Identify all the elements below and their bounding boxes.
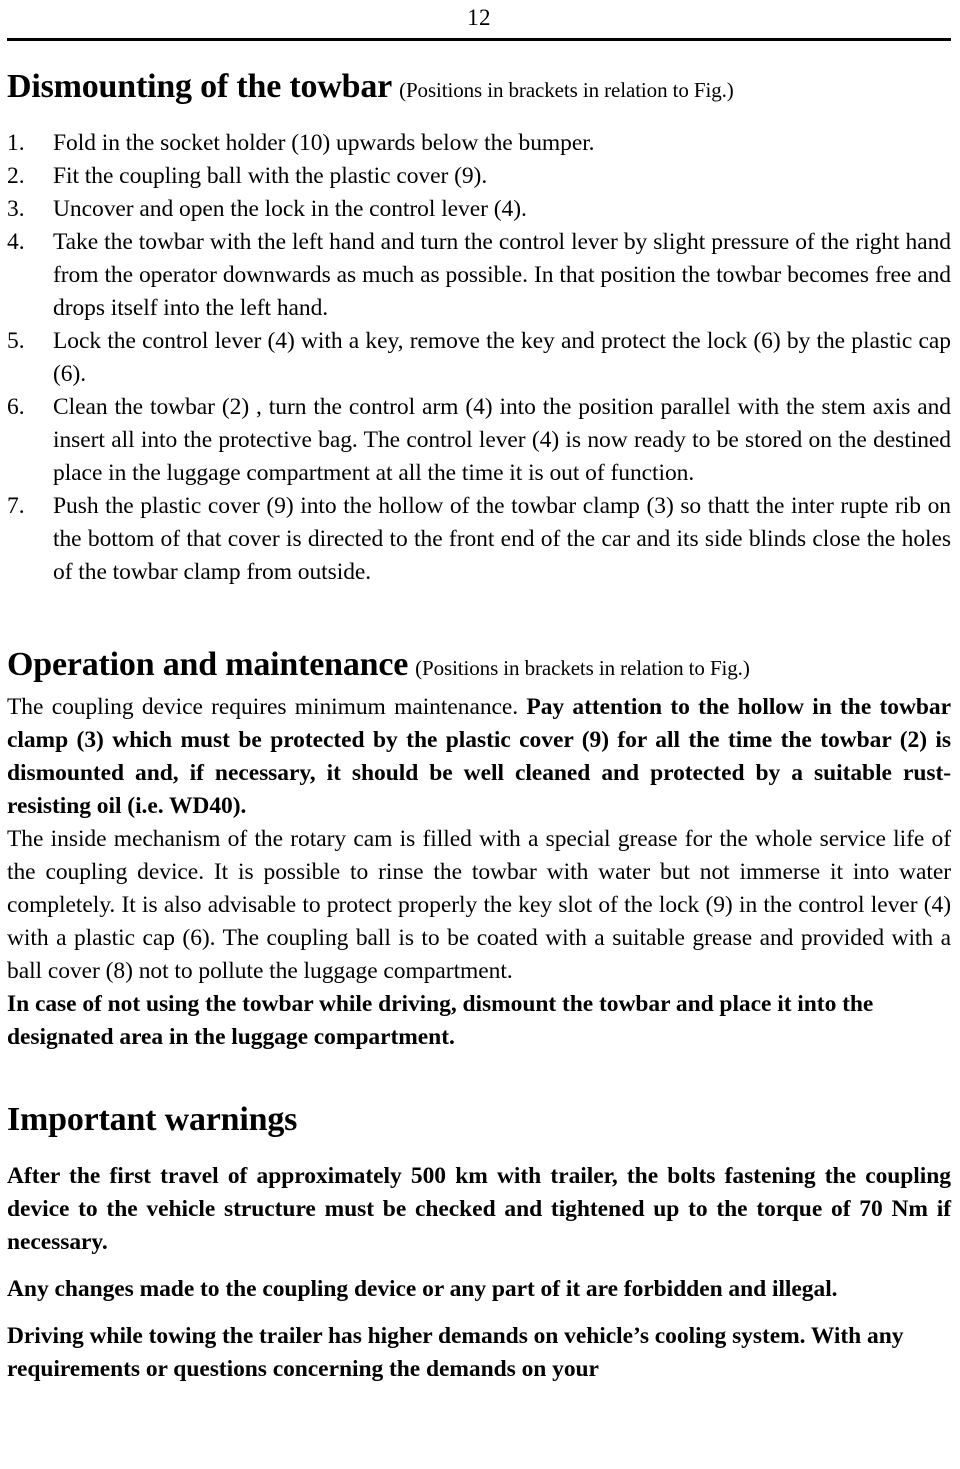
operation-heading: Operation and maintenance — [7, 646, 409, 683]
list-item-text: Fit the coupling ball with the plastic c… — [53, 163, 488, 189]
list-item-text: Uncover and open the lock in the control… — [53, 196, 527, 222]
warnings-paragraph-3: Driving while towing the trailer has hig… — [7, 1323, 904, 1382]
list-item: 1. Fold in the socket holder (10) upward… — [7, 127, 951, 160]
warnings-paragraph-1: After the first travel of approximately … — [7, 1163, 951, 1255]
dismounting-steps-list: 1. Fold in the socket holder (10) upward… — [7, 127, 951, 589]
operation-paragraph-3: In case of not using the towbar while dr… — [7, 991, 874, 1050]
list-item: 2. Fit the coupling ball with the plasti… — [7, 160, 951, 193]
list-item-text: Fold in the socket holder (10) upwards b… — [53, 130, 595, 156]
dismounting-heading-block: Dismounting of the towbar (Positions in b… — [7, 67, 951, 107]
page-title: Dismounting of the towbar — [7, 68, 393, 105]
list-item: 3. Uncover and open the lock in the cont… — [7, 193, 951, 226]
operation-heading-block: Operation and maintenance (Positions in b… — [7, 645, 951, 685]
list-item: 7. Push the plastic cover (9) into the h… — [7, 490, 951, 589]
operation-paragraph-1-normal: The coupling device requires minimum mai… — [7, 694, 527, 720]
operation-heading-note: (Positions in brackets in relation to Fi… — [415, 656, 750, 680]
list-item-text: Push the plastic cover (9) into the holl… — [53, 493, 951, 585]
list-item: 6. Clean the towbar (2) , turn the contr… — [7, 391, 951, 490]
list-item: 5. Lock the control lever (4) with a key… — [7, 325, 951, 391]
list-item-text: Clean the towbar (2) , turn the control … — [53, 394, 951, 486]
warnings-heading: Important warnings — [7, 1101, 298, 1138]
list-item-marker: 1. — [7, 130, 25, 156]
list-item-text: Take the towbar with the left hand and t… — [53, 229, 951, 321]
list-item-marker: 4. — [7, 229, 25, 255]
warnings-heading-block: Important warnings — [7, 1100, 951, 1140]
list-item-marker: 7. — [7, 493, 25, 519]
list-item-marker: 3. — [7, 196, 25, 222]
operation-paragraph-2: The inside mechanism of the rotary cam i… — [7, 826, 951, 984]
warnings-paragraph-2: Any changes made to the coupling device … — [7, 1276, 838, 1302]
operation-paragraph-1: The coupling device requires minimum mai… — [7, 691, 951, 823]
list-item-marker: 5. — [7, 328, 25, 354]
list-item-marker: 2. — [7, 163, 25, 189]
list-item-marker: 6. — [7, 394, 25, 420]
dismounting-heading-note: (Positions in brackets in relation to Fi… — [399, 78, 734, 102]
document-page: 12 Dismounting of the towbar (Positions i… — [0, 0, 960, 1469]
list-item: 4. Take the towbar with the left hand an… — [7, 226, 951, 325]
page-number: 12 — [467, 5, 491, 30]
list-item-text: Lock the control lever (4) with a key, r… — [53, 328, 951, 387]
